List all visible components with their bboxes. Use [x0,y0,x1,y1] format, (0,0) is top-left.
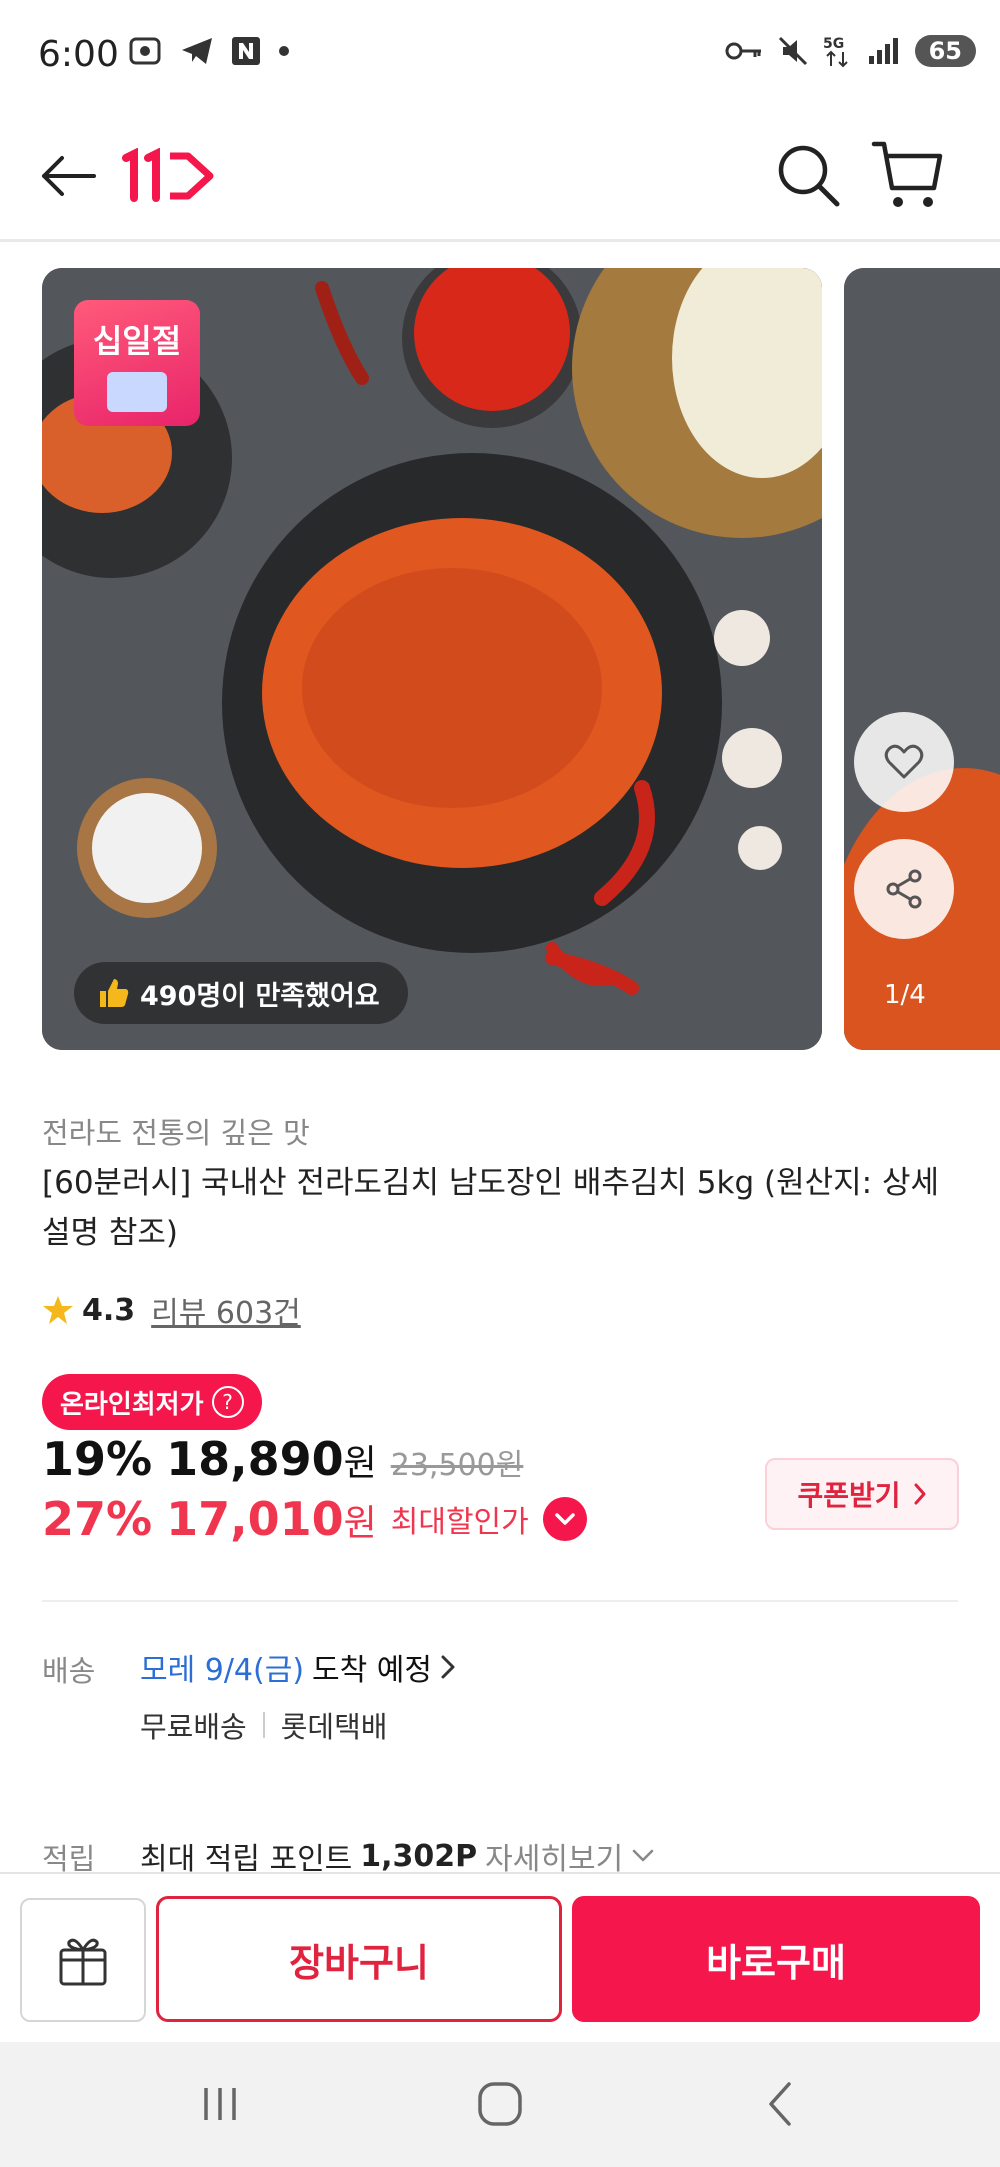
chevron-right-icon [914,1483,926,1505]
recent-apps-icon [204,2088,236,2120]
system-navigation-bar [0,2042,1000,2167]
original-price: 23,500원 [390,1448,524,1483]
thumbs-up-icon [100,979,129,1007]
sale-badge-label: 십일절 [92,322,182,360]
back-arrow-icon [42,156,96,196]
get-coupon-button[interactable]: 쿠폰받기 [765,1458,959,1530]
search-icon [778,145,840,207]
sale-event-badge: 십일절 [74,300,200,426]
satisfaction-badge: 490명이 만족했어요 [74,962,408,1024]
screenshot-icon [129,37,161,65]
max-discount-percent: 27% [42,1492,153,1546]
telegram-icon [182,38,212,64]
app-header [0,112,1000,242]
max-currency: 원 [343,1503,377,1544]
help-icon: ? [211,1386,244,1418]
battery-indicator: 65 [914,35,976,67]
signal-icon [868,38,898,64]
shipping-details: 무료배송 롯데택배 [140,1704,387,1746]
chevron-down-icon [632,1849,654,1862]
back-chevron-icon [769,2082,791,2126]
sale-price: 18,890 [166,1432,344,1486]
chevron-down-icon [555,1513,575,1525]
system-icons: 5G 65 [725,34,976,68]
max-discount-expand-button[interactable] [542,1497,587,1541]
sale-price-row: 19% 18,890원 23,500원 [42,1432,523,1486]
section-divider [42,1600,958,1602]
image-page-indicator: 1/4 [884,980,926,1010]
sale-currency: 원 [343,1443,377,1484]
discount-percent: 19% [42,1432,153,1486]
home-icon [478,2082,522,2126]
back-nav-button[interactable] [740,2072,820,2136]
rating-score: 4.3 [82,1292,136,1328]
back-button[interactable] [36,144,100,208]
status-time: 6:00 [38,34,119,75]
wishlist-button[interactable] [854,712,954,812]
gift-box-icon [107,372,167,412]
points-value: 1,302P [360,1838,478,1874]
carrier-name: 롯데택배 [280,1710,388,1744]
mute-icon [778,36,807,66]
coupon-label: 쿠폰받기 [797,1479,901,1512]
search-button[interactable] [775,140,841,212]
product-image[interactable]: 십일절 490명이 만족했어요 [42,268,822,1050]
add-to-cart-button[interactable]: 장바구니 [156,1896,562,2022]
dot-icon [279,46,289,56]
lowest-price-label: 온라인최저가 [60,1389,204,1420]
share-icon [886,869,922,909]
shipping-date: 모레 9/4(금) [140,1653,305,1688]
free-shipping: 무료배송 [140,1710,247,1744]
max-discount-label: 최대할인가 [390,1505,529,1540]
cart-icon [871,141,943,207]
shipping-arrival: 도착 예정 [312,1653,432,1688]
rating-row: 4.3 리뷰 603건 [42,1288,301,1332]
share-button[interactable] [854,839,954,939]
gift-icon [59,1938,107,1986]
status-bar: 6:00 5G 65 [0,0,1000,112]
max-discount-price: 17,010 [166,1492,344,1546]
star-icon [43,1296,73,1324]
shipping-label: 배송 [42,1654,96,1688]
shipping-date-row[interactable]: 모레 9/4(금) 도착 예정 [140,1645,456,1689]
bottom-action-bar: 장바구니 바로구매 [0,1872,1000,2042]
svg-text:5G: 5G [823,36,844,52]
11st-logo[interactable] [118,147,218,204]
naver-icon [232,37,260,65]
chevron-right-icon [441,1655,455,1679]
logo-icon [122,147,214,202]
5g-icon: 5G [823,36,848,68]
gift-button[interactable] [20,1898,146,2022]
product-title: [60분러시] 국내산 전라도김치 남도장인 배추김치 5kg (원산지: 상세… [42,1165,939,1251]
review-count-link[interactable]: 리뷰 603건 [151,1288,301,1332]
notification-icons [128,36,290,66]
key-icon [725,42,761,60]
max-discount-row: 27% 17,010원 최대할인가 [42,1492,587,1546]
product-image-gallery[interactable]: 십일절 490명이 만족했어요 1/4 [0,268,1000,1052]
heart-icon [884,744,924,779]
satisfaction-text: 490명이 만족했어요 [140,980,380,1012]
product-subtitle: 전라도 전통의 깊은 맛 [42,1116,310,1150]
recent-apps-button[interactable] [180,2072,260,2136]
buy-now-button[interactable]: 바로구매 [572,1896,980,2022]
home-button[interactable] [460,2072,540,2136]
separator [262,1712,265,1738]
lowest-price-badge[interactable]: 온라인최저가 ? [42,1374,262,1430]
cart-button[interactable] [870,138,944,214]
